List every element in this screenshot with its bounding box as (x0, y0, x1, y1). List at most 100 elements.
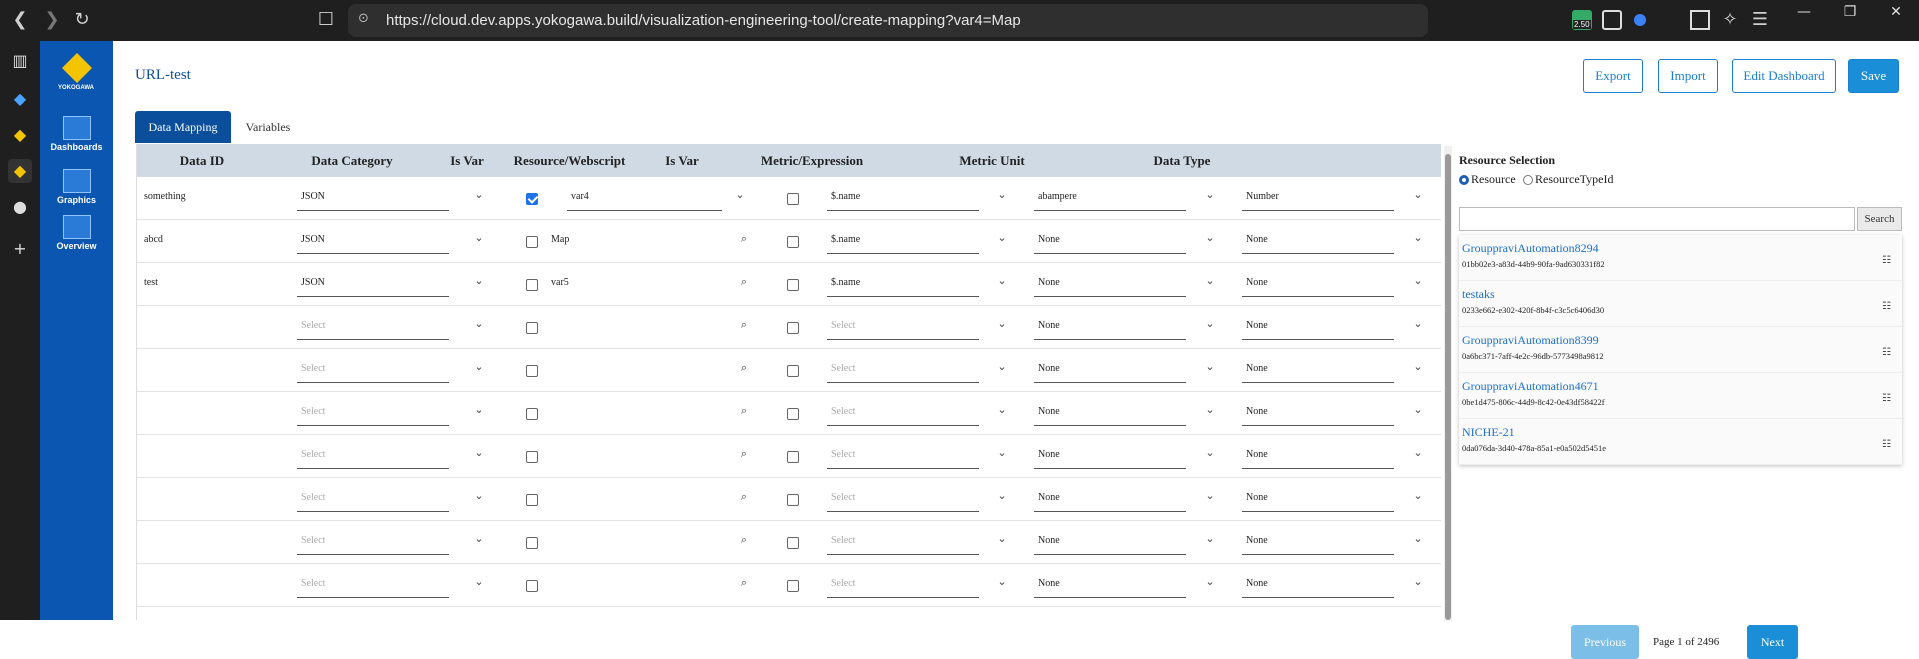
data-type-select[interactable]: None (1242, 529, 1394, 555)
is-var-2-checkbox[interactable] (787, 408, 799, 420)
copilot-icon[interactable]: ✧ (1718, 8, 1742, 32)
scrollbar-thumb[interactable] (1445, 154, 1451, 620)
data-category-select[interactable]: Select (297, 572, 449, 598)
chevron-down-icon[interactable]: ⌄ (733, 189, 747, 201)
chevron-down-icon[interactable]: ⌄ (1411, 361, 1425, 373)
is-var-2-checkbox[interactable] (787, 451, 799, 463)
back-icon[interactable]: ❮ (8, 8, 32, 32)
is-var-checkbox[interactable] (526, 193, 538, 205)
hierarchy-icon[interactable]: ☷ (1882, 255, 1894, 267)
data-category-select[interactable]: Select (297, 400, 449, 426)
chevron-down-icon[interactable]: ⌄ (995, 318, 1009, 330)
resource-value[interactable]: Map (551, 234, 569, 245)
forward-icon[interactable]: ❯ (40, 8, 64, 32)
metric-expression-select[interactable]: $.name (827, 228, 979, 254)
chevron-down-icon[interactable]: ⌄ (995, 490, 1009, 502)
is-var-checkbox[interactable] (526, 580, 538, 592)
grid-scrollbar[interactable] (1444, 146, 1452, 620)
chevron-down-icon[interactable]: ⌄ (995, 189, 1009, 201)
metric-unit-select[interactable]: None (1034, 572, 1186, 598)
chevron-down-icon[interactable]: ⌄ (995, 533, 1009, 545)
restore-icon[interactable]: ❐ (1827, 0, 1873, 41)
is-var-checkbox[interactable] (526, 365, 538, 377)
yokogawa-active-tab-icon[interactable]: ◆ (8, 159, 32, 183)
is-var-2-checkbox[interactable] (787, 236, 799, 248)
data-category-select[interactable]: Select (297, 486, 449, 512)
chevron-down-icon[interactable]: ⌄ (1411, 189, 1425, 201)
data-category-select[interactable]: Select (297, 314, 449, 340)
chevron-down-icon[interactable]: ⌄ (1203, 447, 1217, 459)
yokogawa-tab-icon[interactable]: ◆ (8, 123, 32, 147)
metric-unit-select[interactable]: None (1034, 529, 1186, 555)
radio-resource[interactable]: Resource (1459, 172, 1516, 187)
list-item[interactable]: GrouppraviAutomation4671 0be1d475-806c-44… (1459, 373, 1902, 419)
chevron-down-icon[interactable]: ⌄ (1203, 232, 1217, 244)
sidebar-toggle-icon[interactable] (1690, 10, 1710, 30)
chevron-down-icon[interactable]: ⌄ (1411, 447, 1425, 459)
chevron-down-icon[interactable]: ⌄ (1203, 490, 1217, 502)
chevron-down-icon[interactable]: ⌄ (472, 447, 486, 459)
chevron-down-icon[interactable]: ⌄ (1203, 576, 1217, 588)
chevron-down-icon[interactable]: ⌄ (1203, 318, 1217, 330)
previous-button[interactable]: Previous (1571, 625, 1639, 659)
chevron-down-icon[interactable]: ⌄ (995, 275, 1009, 287)
data-type-select[interactable]: None (1242, 314, 1394, 340)
data-category-select[interactable]: Select (297, 529, 449, 555)
data-type-select[interactable]: None (1242, 400, 1394, 426)
data-category-select[interactable]: JSON (297, 271, 449, 297)
chevron-down-icon[interactable]: ⌄ (1411, 275, 1425, 287)
chevron-down-icon[interactable]: ⌄ (472, 533, 486, 545)
edit-dashboard-button[interactable]: Edit Dashboard (1732, 59, 1836, 93)
data-category-select[interactable]: Select (297, 357, 449, 383)
metric-unit-select[interactable]: None (1034, 357, 1186, 383)
resource-name-link[interactable]: GrouppraviAutomation8399 (1462, 333, 1599, 348)
chevron-down-icon[interactable]: ⌄ (472, 490, 486, 502)
data-type-select[interactable]: None (1242, 443, 1394, 469)
metric-unit-select[interactable]: None (1034, 486, 1186, 512)
chevron-down-icon[interactable]: ⌄ (1203, 533, 1217, 545)
chevron-down-icon[interactable]: ⌄ (472, 189, 486, 201)
search-icon[interactable]: ⌕ (737, 232, 751, 246)
data-type-select[interactable]: None (1242, 271, 1394, 297)
list-item[interactable]: testaks 0233e662-e302-420f-8b4f-c3c5c6406… (1459, 281, 1902, 327)
chevron-down-icon[interactable]: ⌄ (995, 361, 1009, 373)
metric-unit-select[interactable]: None (1034, 271, 1186, 297)
chevron-down-icon[interactable]: ⌄ (1411, 232, 1425, 244)
search-icon[interactable]: ⌕ (737, 361, 751, 375)
is-var-2-checkbox[interactable] (787, 365, 799, 377)
is-var-2-checkbox[interactable] (787, 494, 799, 506)
is-var-2-checkbox[interactable] (787, 580, 799, 592)
chevron-down-icon[interactable]: ⌄ (995, 232, 1009, 244)
chevron-down-icon[interactable]: ⌄ (472, 404, 486, 416)
export-button[interactable]: Export (1583, 59, 1643, 93)
data-type-select[interactable]: None (1242, 228, 1394, 254)
metric-unit-select[interactable]: None (1034, 443, 1186, 469)
chevron-down-icon[interactable]: ⌄ (472, 576, 486, 588)
search-icon[interactable]: ⌕ (737, 447, 751, 461)
is-var-checkbox[interactable] (526, 494, 538, 506)
data-type-select[interactable]: None (1242, 357, 1394, 383)
data-type-select[interactable]: None (1242, 572, 1394, 598)
tab-variables[interactable]: Variables (233, 111, 303, 143)
chevron-down-icon[interactable]: ⌄ (472, 318, 486, 330)
metric-unit-select[interactable]: None (1034, 228, 1186, 254)
chevron-down-icon[interactable]: ⌄ (1411, 490, 1425, 502)
data-id-cell[interactable]: abcd (144, 234, 163, 245)
hierarchy-icon[interactable]: ☷ (1882, 439, 1894, 451)
metric-expression-select[interactable]: Select (827, 400, 979, 426)
list-item[interactable]: GrouppraviAutomation8399 0a6bc371-7aff-4e… (1459, 327, 1902, 373)
search-icon[interactable]: ⌕ (737, 404, 751, 418)
metric-expression-select[interactable]: Select (827, 314, 979, 340)
search-icon[interactable]: ⌕ (737, 576, 751, 590)
panel-icon[interactable]: ▥ (8, 49, 32, 73)
search-icon[interactable]: ⌕ (737, 275, 751, 289)
data-category-select[interactable]: Select (297, 443, 449, 469)
nav-overview[interactable]: Overview (40, 215, 113, 251)
resource-name-link[interactable]: NICHE-21 (1462, 425, 1515, 440)
chevron-down-icon[interactable]: ⌄ (1411, 533, 1425, 545)
chevron-down-icon[interactable]: ⌄ (1411, 404, 1425, 416)
resource-var-select[interactable]: var4 (567, 185, 722, 211)
add-icon[interactable]: + (8, 237, 32, 261)
hierarchy-icon[interactable]: ☷ (1882, 301, 1894, 313)
reload-icon[interactable]: ↻ (70, 8, 94, 32)
